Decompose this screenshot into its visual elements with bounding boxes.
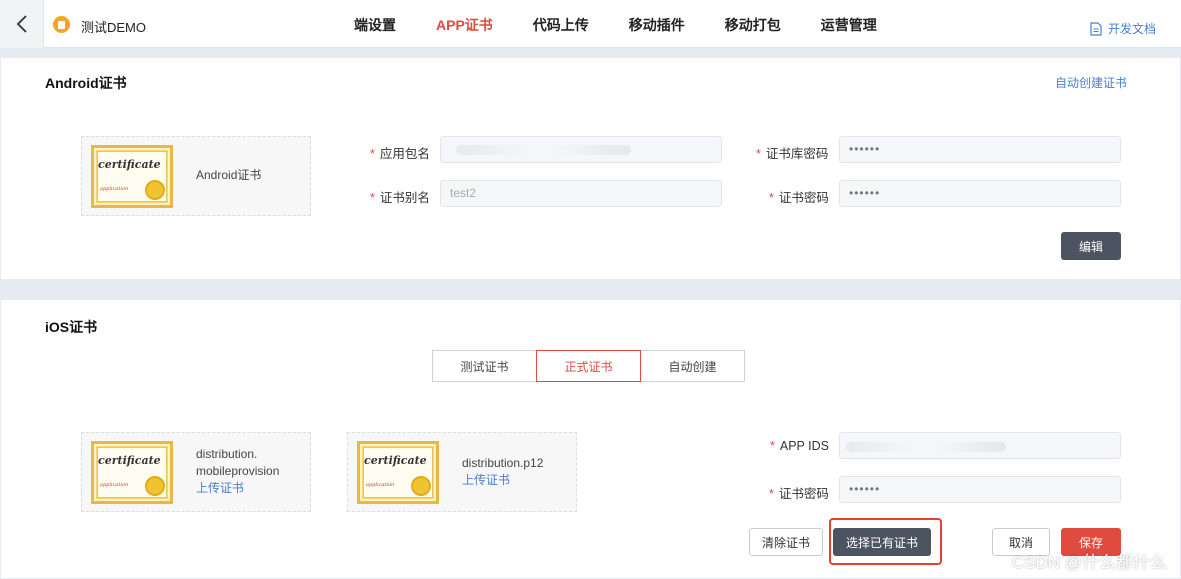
- tab-auto-create[interactable]: 自动创建: [640, 350, 745, 382]
- android-cert-label: Android证书: [196, 168, 262, 182]
- main-nav: 端设置 APP证书 代码上传 移动插件 移动打包 运营管理: [334, 0, 897, 48]
- package-name-label: * 应用包名: [370, 147, 430, 161]
- clear-cert-button[interactable]: 清除证书: [749, 528, 823, 556]
- provision-cert-card[interactable]: certificate application distribution. mo…: [81, 432, 311, 512]
- ios-cert-tabs: 测试证书 正式证书 自动创建: [432, 350, 745, 382]
- certificate-image: certificate application: [357, 441, 439, 504]
- p12-filename: distribution.p12 上传证书: [462, 456, 544, 489]
- dev-docs-link[interactable]: 开发文档: [1090, 20, 1156, 37]
- edit-button[interactable]: 编辑: [1061, 232, 1121, 260]
- ios-section-title: iOS证书: [45, 319, 98, 335]
- app-name: 测试DEMO: [81, 20, 147, 35]
- nav-operations[interactable]: 运营管理: [801, 0, 897, 48]
- keystore-password-input[interactable]: ••••••: [839, 136, 1121, 163]
- seal-icon: [411, 476, 431, 496]
- chevron-left-icon: [16, 15, 27, 33]
- upload-p12-link[interactable]: 上传证书: [462, 472, 543, 489]
- ios-certificate-panel: iOS证书 certificate application distributi…: [1, 300, 1180, 578]
- provision-filename: distribution. mobileprovision 上传证书: [196, 447, 280, 497]
- app-ids-label: * APP IDS: [770, 439, 829, 453]
- dev-docs-label: 开发文档: [1107, 22, 1156, 36]
- back-button[interactable]: [0, 0, 44, 48]
- nav-mobile-packaging[interactable]: 移动打包: [705, 0, 801, 48]
- redacted-blur: [456, 145, 631, 155]
- nav-app-certificate[interactable]: APP证书: [416, 0, 513, 48]
- cert-password-input[interactable]: ••••••: [839, 180, 1121, 207]
- watermark: CSDN @什么都什么: [1011, 553, 1167, 572]
- tab-test-cert[interactable]: 测试证书: [432, 350, 537, 382]
- certificate-image: certificate application: [91, 441, 173, 504]
- ios-cert-password-input[interactable]: ••••••: [839, 476, 1121, 503]
- nav-code-upload[interactable]: 代码上传: [513, 0, 609, 48]
- android-cert-card[interactable]: certificate application Android证书: [81, 136, 311, 216]
- certificate-image: certificate application: [91, 145, 173, 208]
- android-certificate-panel: Android证书 自动创建证书 certificate application…: [1, 58, 1180, 279]
- nav-mobile-plugins[interactable]: 移动插件: [609, 0, 705, 48]
- upload-provision-link[interactable]: 上传证书: [196, 480, 279, 497]
- keystore-password-label: * 证书库密码: [756, 147, 829, 161]
- tab-production-cert[interactable]: 正式证书: [536, 350, 641, 382]
- alias-label: * 证书别名: [370, 191, 430, 205]
- android-section-title: Android证书: [45, 75, 127, 91]
- p12-cert-card[interactable]: certificate application distribution.p12…: [347, 432, 577, 512]
- top-bar: 测试DEMO 端设置 APP证书 代码上传 移动插件 移动打包 运营管理 开发文…: [0, 0, 1181, 48]
- nav-client-settings[interactable]: 端设置: [334, 0, 416, 48]
- auto-create-cert-link[interactable]: 自动创建证书: [1055, 74, 1127, 91]
- cert-password-label: * 证书密码: [769, 191, 829, 205]
- document-icon: [1090, 21, 1102, 36]
- app-logo-icon: [53, 16, 70, 33]
- seal-icon: [145, 180, 165, 200]
- seal-icon: [145, 476, 165, 496]
- ios-cert-password-label: * 证书密码: [769, 487, 829, 501]
- annotation-highlight-box: [829, 518, 942, 565]
- alias-input[interactable]: test2: [440, 180, 722, 207]
- redacted-blur: [846, 442, 1006, 452]
